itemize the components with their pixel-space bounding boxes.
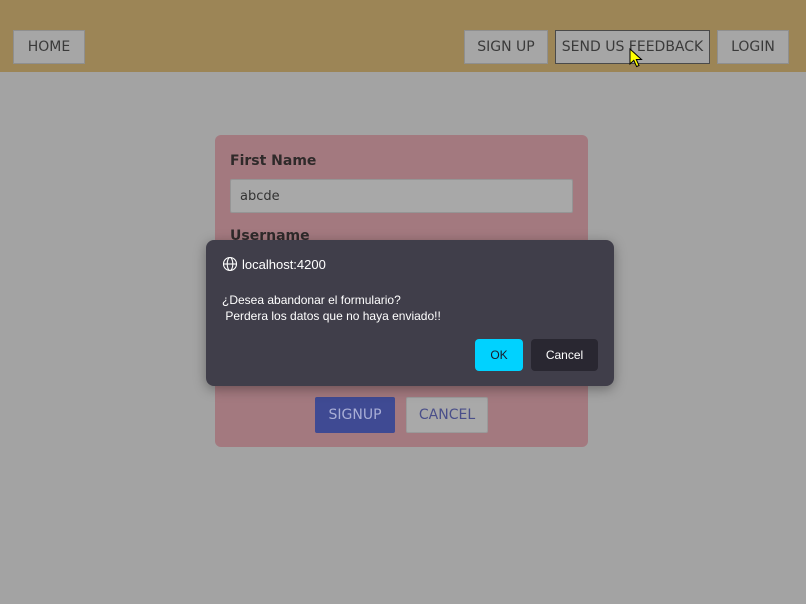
dialog-message-line2: Perdera los datos que no haya enviado!!	[222, 309, 441, 323]
globe-icon	[222, 256, 238, 272]
dialog-cancel-button[interactable]: Cancel	[531, 339, 598, 371]
login-button[interactable]: LOGIN	[717, 30, 789, 64]
first-name-input[interactable]: abcde	[230, 179, 573, 213]
dialog-message: ¿Desea abandonar el formulario? Perdera …	[222, 292, 441, 324]
dialog-message-line1: ¿Desea abandonar el formulario?	[222, 293, 401, 307]
sign-up-button[interactable]: SIGN UP	[464, 30, 548, 64]
home-button[interactable]: HOME	[13, 30, 85, 64]
navbar: HOME SIGN UP SEND US FEEDBACK LOGIN	[0, 0, 806, 72]
form-cancel-button[interactable]: CANCEL	[406, 397, 488, 433]
first-name-label: First Name	[230, 153, 317, 169]
confirm-dialog: localhost:4200 ¿Desea abandonar el formu…	[206, 240, 614, 386]
signup-submit-button[interactable]: SIGNUP	[315, 397, 395, 433]
mouse-cursor-icon	[629, 48, 643, 68]
dialog-header: localhost:4200	[222, 256, 326, 272]
dialog-origin: localhost:4200	[242, 256, 326, 272]
dialog-ok-button[interactable]: OK	[475, 339, 523, 371]
